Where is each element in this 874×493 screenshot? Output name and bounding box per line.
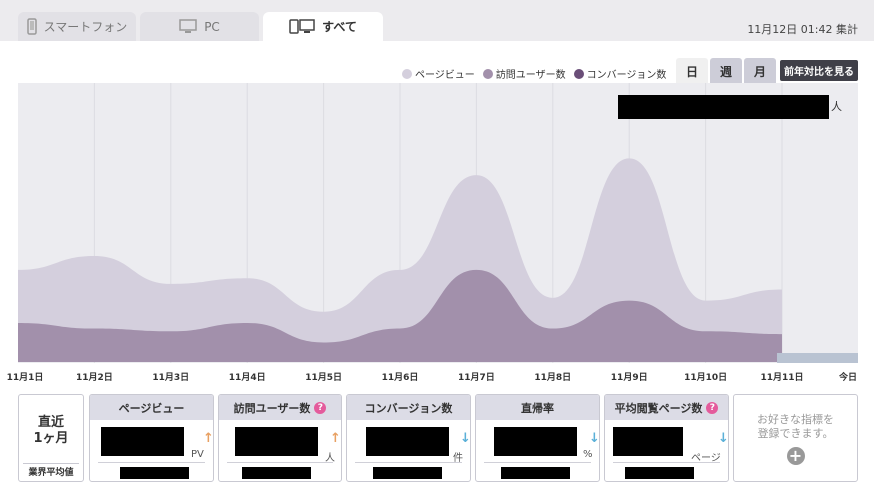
smartphone-icon [26, 18, 37, 35]
aggregation-timestamp: 11月12日 01:42 集計 [747, 23, 858, 36]
trend-up-icon: ↑ [203, 431, 214, 446]
help-icon[interactable]: ? [706, 401, 719, 414]
industry-value-redacted [501, 467, 570, 479]
legend-label: コンバージョン数 [586, 70, 667, 81]
metric-value-redacted [613, 427, 683, 456]
x-axis-tick-label: 11月7日 [457, 373, 495, 383]
monitor-icon [179, 19, 197, 34]
metric-card-avg-pages[interactable]: 平均閲覧ページ数? ↓ ページ [604, 394, 729, 482]
legend-item-visitors: 訪問ユーザー数 [482, 66, 566, 81]
tab-label: すべて [322, 20, 357, 34]
x-axis-tick-label: 11月3日 [152, 373, 190, 383]
period-selector: 日 週 月 [676, 58, 776, 85]
metric-title: ページビュー [90, 395, 213, 420]
legend-swatch [482, 68, 493, 79]
divider [484, 462, 591, 463]
trend-down-icon: ↓ [460, 431, 471, 446]
metric-title: 直帰率 [476, 395, 599, 420]
metric-value-redacted [494, 427, 577, 456]
industry-value-redacted [373, 467, 442, 479]
divider [613, 462, 720, 463]
legend-item-pageview: ページビュー [402, 66, 475, 81]
x-axis-tick-label: 11月4日 [228, 373, 266, 383]
x-axis-tick-label: 今日 [838, 373, 858, 383]
x-axis-tick-label: 11月1日 [6, 373, 44, 383]
period-week-button[interactable]: 週 [710, 58, 742, 85]
tab-smartphone[interactable]: スマートフォン [18, 12, 136, 41]
x-axis-tick-label: 11月2日 [75, 373, 113, 383]
tab-label: スマートフォン [43, 20, 128, 34]
metric-unit: % [583, 449, 593, 460]
period-label: 直近 1ヶ月 [33, 415, 69, 446]
metric-card-pageview[interactable]: ページビュー ↑ PV [89, 394, 214, 482]
total-value-redacted [618, 95, 829, 119]
x-axis-tick-label: 11月11日 [760, 373, 804, 383]
help-icon[interactable]: ? [314, 401, 327, 414]
legend-label: ページビュー [415, 70, 475, 81]
metric-title: 訪問ユーザー数? [219, 395, 341, 420]
tab-label: PC [204, 19, 220, 34]
add-metric-card[interactable]: お好きな指標を 登録できます。 + [733, 394, 858, 482]
period-month-button[interactable]: 月 [744, 58, 776, 85]
metric-title: 平均閲覧ページ数? [605, 395, 728, 420]
metric-value-redacted [101, 427, 184, 456]
industry-value-redacted [242, 467, 311, 479]
industry-value-redacted [120, 467, 189, 479]
trend-down-icon: ↓ [589, 431, 600, 446]
legend-item-conversions: コンバージョン数 [573, 66, 667, 81]
x-axis-tick-label: 11月6日 [381, 373, 419, 383]
add-metric-text: お好きな指標を 登録できます。 [757, 413, 834, 440]
divider [227, 462, 333, 463]
divider [98, 462, 205, 463]
all-devices-icon [289, 19, 315, 34]
chart-unit: 人 [831, 100, 842, 113]
period-day-button[interactable]: 日 [676, 58, 708, 85]
today-pending-bar [777, 353, 858, 363]
traffic-area-chart [18, 83, 858, 363]
industry-value-redacted [625, 467, 694, 479]
x-axis-tick-label: 11月9日 [610, 373, 648, 383]
trend-up-icon: ↑ [330, 431, 341, 446]
metric-card-conversions[interactable]: コンバージョン数 ↓ 件 [346, 394, 471, 482]
metric-card-visitors[interactable]: 訪問ユーザー数? ↑ 人 [218, 394, 342, 482]
metric-card-bounce-rate[interactable]: 直帰率 ↓ % [475, 394, 600, 482]
metric-value-redacted [235, 427, 318, 456]
x-axis-tick-label: 11月8日 [534, 373, 572, 383]
metric-value-redacted [366, 427, 449, 456]
x-axis-tick-label: 11月5日 [305, 373, 342, 383]
trend-down-icon: ↓ [718, 431, 729, 446]
period-summary-box: 直近 1ヶ月 業界平均値 [18, 394, 84, 482]
plus-icon[interactable]: + [786, 447, 805, 465]
divider [355, 462, 462, 463]
tab-pc[interactable]: PC [140, 12, 259, 41]
x-axis-tick-label: 11月10日 [684, 373, 728, 383]
tab-all[interactable]: すべて [263, 12, 383, 41]
legend-label: 訪問ユーザー数 [495, 70, 566, 81]
year-over-year-button[interactable]: 前年対比を見る [780, 60, 858, 81]
metric-title: コンバージョン数 [347, 395, 470, 420]
chart-legend: ページビュー 訪問ユーザー数 コンバージョン数 [402, 66, 666, 81]
legend-swatch [573, 68, 584, 79]
industry-average-label: 業界平均値 [23, 463, 79, 482]
metric-unit: PV [191, 449, 204, 460]
legend-swatch [402, 68, 412, 79]
